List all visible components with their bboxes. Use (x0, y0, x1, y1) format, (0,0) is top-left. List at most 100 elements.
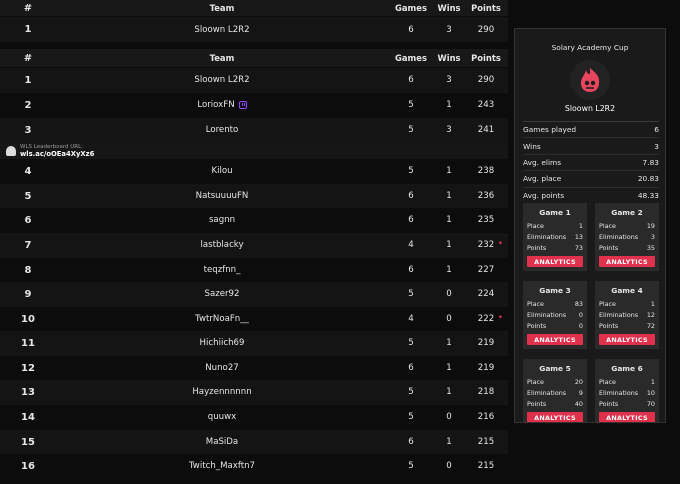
tournament-title: Solary Academy Cup (551, 43, 629, 52)
row-wins: 1 (446, 240, 452, 251)
table-row[interactable]: 7 lastblacky 4 1 232 • (0, 233, 508, 258)
table-header: # Team Games Wins Points (0, 49, 508, 67)
row-points: 232 • (464, 239, 508, 250)
row-points: 215 (477, 461, 495, 472)
row-wins: 0 (446, 289, 452, 300)
live-dot-icon: • (497, 239, 503, 250)
row-games: 5 (408, 100, 414, 111)
row-wins: 0 (446, 412, 452, 423)
game-title: Game 6 (611, 364, 643, 373)
analytics-button[interactable]: ANALYTICS (527, 334, 583, 345)
row-wins: 1 (446, 100, 452, 111)
stat-row: Wins 3 (523, 137, 659, 153)
points-label: Points (527, 399, 547, 408)
row-points: 241 (477, 125, 495, 136)
elims-value: 3 (650, 232, 655, 241)
row-team: sagnn (208, 215, 236, 226)
table-row[interactable]: 12 Nuno27 6 1 219 (0, 356, 508, 381)
place-label: Place (527, 299, 544, 308)
elims-label: Eliminations (599, 388, 639, 397)
row-wins: 3 (446, 125, 452, 136)
points-label: Points (599, 243, 619, 252)
header-team: Team (209, 53, 235, 63)
table-row[interactable]: 8 teqzfnn_ 6 1 227 (0, 258, 508, 283)
row-games: 5 (408, 387, 414, 398)
place-value: 83 (574, 299, 583, 308)
stat-label: Avg. elims (523, 157, 562, 167)
row-team: Hayzennnnnn (192, 387, 252, 398)
row-rank: 8 (24, 264, 32, 276)
points-value: 35 (646, 243, 655, 252)
points-label: Points (527, 321, 547, 330)
analytics-button[interactable]: ANALYTICS (527, 256, 583, 267)
analytics-button[interactable]: ANALYTICS (527, 412, 583, 422)
row-team: Nuno27 (205, 363, 239, 374)
analytics-button[interactable]: ANALYTICS (599, 412, 655, 422)
table-row[interactable]: 9 Sazer92 5 0 224 (0, 282, 508, 307)
row-rank: 11 (21, 337, 35, 349)
row-points: 238 (477, 166, 495, 177)
table-header-top: # Team Games Wins Points (0, 0, 508, 16)
row-rank: 4 (24, 165, 32, 177)
pinned-team-row[interactable]: 1 Sloown L2R2 6 3 290 (0, 17, 508, 42)
row-games: 6 (408, 265, 414, 276)
row-games: 5 (408, 461, 414, 472)
table-row[interactable]: 13 Hayzennnnnn 5 1 218 (0, 380, 508, 405)
row-points: 219 (477, 363, 495, 374)
table-row[interactable]: 3 Lorento 5 3 241 (0, 118, 508, 143)
row-rank: 12 (21, 362, 35, 374)
header-rank: # (23, 2, 33, 14)
row-games: 5 (408, 166, 414, 177)
row-games: 6 (408, 191, 414, 202)
analytics-button[interactable]: ANALYTICS (599, 256, 655, 267)
game-title: Game 3 (539, 286, 571, 295)
row-team: NatsuuuuFN (195, 191, 249, 202)
row-wins: 1 (446, 338, 452, 349)
table-row[interactable]: 11 Hichiich69 5 1 219 (0, 331, 508, 356)
place-label: Place (599, 299, 616, 308)
place-value: 19 (646, 221, 655, 230)
row-points: 218 (477, 387, 495, 398)
analytics-button[interactable]: ANALYTICS (599, 334, 655, 345)
header-points: Points (471, 53, 501, 63)
table-row[interactable]: 6 sagnn 6 1 235 (0, 208, 508, 233)
twitch-icon[interactable] (238, 101, 247, 110)
pinned-team: Sloown L2R2 (194, 24, 250, 35)
points-value: 72 (646, 321, 655, 330)
table-row[interactable]: 4 Kilou 5 1 238 (0, 159, 508, 184)
live-dot-icon: • (497, 313, 503, 324)
table-row[interactable]: 10 TwtrNoaFn__ 4 0 222 • (0, 307, 508, 332)
row-team: Hichiich69 (199, 338, 245, 349)
row-wins: 3 (446, 75, 452, 86)
row-wins: 1 (446, 437, 452, 448)
row-team: Sazer92 (204, 289, 240, 300)
row-games: 5 (408, 289, 414, 300)
row-rank: 3 (24, 124, 32, 136)
place-value: 1 (578, 221, 583, 230)
table-row[interactable]: 16 Twitch_Maxftn7 5 0 215 (0, 454, 508, 479)
banner-url[interactable]: wls.ac/oOEa4XyXz6 (20, 151, 94, 158)
stat-value: 3 (654, 141, 659, 151)
stat-label: Avg. place (523, 174, 562, 184)
table-row[interactable]: 2 LorioxFN 5 1 243 (0, 93, 508, 118)
row-rank: 10 (21, 313, 35, 325)
place-value: 1 (650, 377, 655, 386)
row-rank: 6 (24, 214, 32, 226)
row-team: LorioxFN (197, 100, 235, 111)
stat-value: 6 (654, 125, 659, 135)
stat-value: 48.33 (637, 190, 659, 200)
table-row[interactable]: 5 NatsuuuuFN 6 1 236 (0, 184, 508, 209)
leaderboard-url-banner[interactable]: WLS Leaderboard URL: wls.ac/oOEa4XyXz6 (0, 143, 508, 159)
table-row[interactable]: 14 quuwx 5 0 216 (0, 405, 508, 430)
pinned-points: 290 (477, 24, 495, 35)
elims-value: 9 (578, 388, 583, 397)
row-rank: 7 (24, 239, 32, 251)
table-row[interactable]: 15 MaSiDa 6 1 215 (0, 430, 508, 455)
header-games: Games (395, 53, 427, 63)
row-games: 4 (408, 240, 414, 251)
table-row[interactable]: 1 Sloown L2R2 6 3 290 (0, 68, 508, 93)
row-team: Twitch_Maxftn7 (188, 461, 255, 472)
row-games: 4 (408, 314, 414, 325)
header-points: Points (471, 3, 501, 13)
points-value: 73 (574, 243, 583, 252)
